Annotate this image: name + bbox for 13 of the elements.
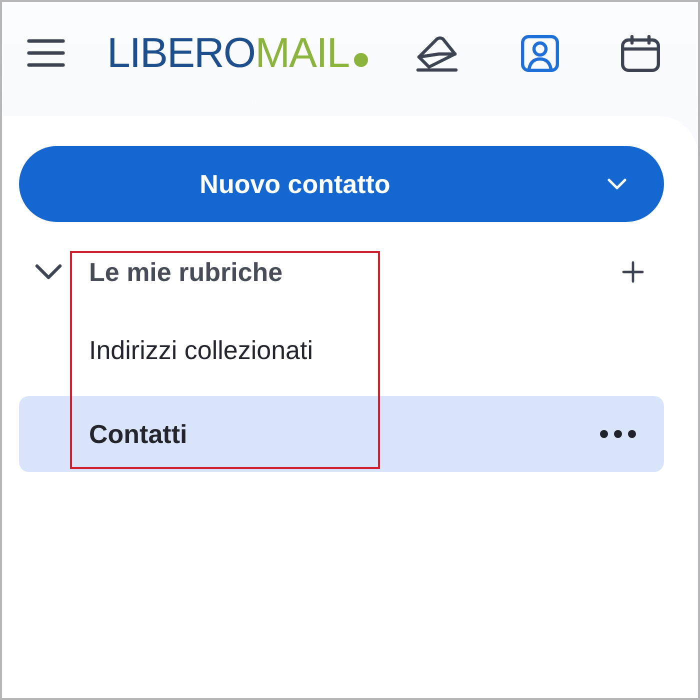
logo-text: LIBEROMAIL: [107, 32, 350, 74]
menu-icon[interactable]: [27, 39, 65, 67]
logo-dot-icon: [354, 53, 368, 67]
more-options-icon[interactable]: [600, 430, 636, 438]
calendar-icon[interactable]: [621, 34, 660, 72]
address-book-item[interactable]: Contatti: [19, 396, 664, 472]
address-book-item[interactable]: Indirizzi collezionati: [19, 312, 664, 388]
section-heading: Le mie rubriche: [89, 256, 283, 288]
plus-icon[interactable]: [622, 261, 644, 283]
envelope-icon[interactable]: [415, 34, 459, 72]
chevron-down-icon[interactable]: [35, 264, 62, 280]
new-contact-button[interactable]: Nuovo contatto: [19, 146, 664, 222]
contact-card-icon[interactable]: [521, 34, 559, 72]
